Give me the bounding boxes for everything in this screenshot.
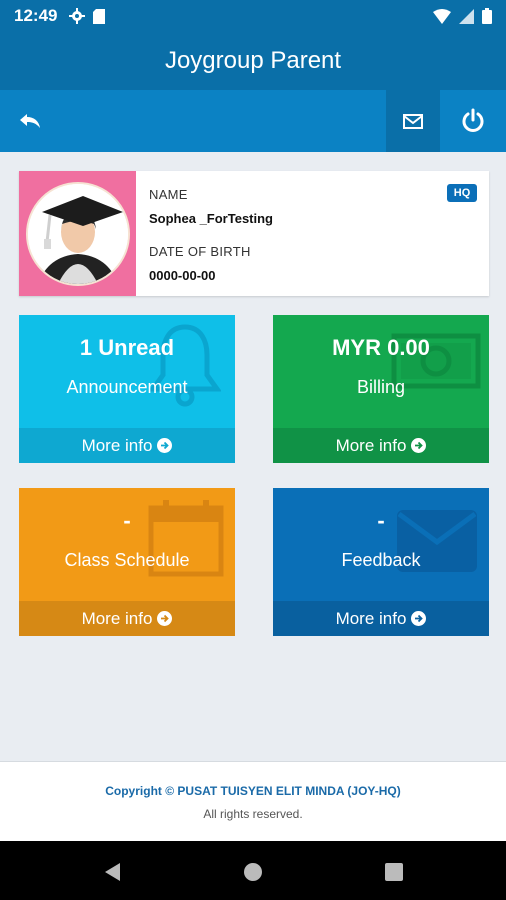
profile-photo [19,171,136,296]
system-nav-bar [0,841,506,900]
arrow-circle-right-icon [411,438,427,453]
feedback-tile[interactable]: - Feedback More info [273,488,489,636]
messages-button[interactable] [386,90,440,152]
sim-card-icon [93,8,106,24]
feedback-more-info[interactable]: More info [273,601,489,636]
feedback-value: - [377,508,385,533]
billing-label: Billing [356,377,406,397]
name-label: NAME [149,187,188,202]
dob-label: DATE OF BIRTH [149,244,251,259]
class-schedule-value: - [123,508,131,533]
billing-more-info[interactable]: More info [273,428,489,463]
logout-button[interactable] [440,90,506,152]
announcement-more-info[interactable]: More info [19,428,235,463]
app-title-brand: Joygroup [164,47,264,74]
student-profile-card[interactable]: NAME Sophea _ForTesting DATE OF BIRTH 00… [19,171,489,296]
envelope-icon [403,113,423,129]
nav-recents-icon[interactable] [385,863,403,881]
dob-value: 0000-00-00 [149,268,216,283]
announcement-count: 1 Unread [79,335,175,360]
graduate-avatar-icon [27,183,128,284]
billing-tile-body: MYR 0.00 Billing [273,315,489,428]
more-info-label: More info [81,435,153,455]
app-title: Joygroup Parent [165,47,341,75]
toolbar [0,90,506,152]
page-footer: Copyright © PUSAT TUISYEN ELIT MINDA (JO… [0,761,506,841]
class-schedule-tile-body: - Class Schedule [19,488,235,601]
arrow-circle-right-icon [157,611,173,626]
rights-reserved: All rights reserved. [203,807,303,821]
class-schedule-more-info[interactable]: More info [19,601,235,636]
announcement-label: Announcement [66,377,188,397]
nav-back-icon[interactable] [103,862,121,882]
class-schedule-label: Class Schedule [64,550,190,570]
announcement-tile[interactable]: 1 Unread Announcement More info [19,315,235,463]
more-info-label: More info [335,435,407,455]
copyright-line: Copyright © PUSAT TUISYEN ELIT MINDA (JO… [0,784,506,798]
back-button[interactable] [10,102,50,140]
app-header: Joygroup Parent [0,32,506,90]
branch-badge: HQ [447,184,477,202]
signal-icon [459,8,474,24]
avatar [25,181,130,286]
feedback-label: Feedback [341,550,421,570]
student-name: Sophea _ForTesting [149,211,273,226]
status-right-icons [433,8,492,24]
billing-tile[interactable]: MYR 0.00 Billing More info [273,315,489,463]
feedback-tile-body: - Feedback [273,488,489,601]
more-info-label: More info [335,608,407,628]
status-left-icons [69,8,106,24]
battery-icon [482,8,492,24]
reply-icon [20,114,40,128]
status-time: 12:49 [14,6,58,25]
status-bar: 12:49 [0,0,506,32]
copyright-org: PUSAT TUISYEN ELIT MINDA (JOY-HQ) [177,784,401,798]
app-title-suffix: Parent [263,47,342,74]
arrow-circle-right-icon [157,438,173,453]
arrow-circle-right-icon [411,611,427,626]
nav-home-icon[interactable] [243,862,263,882]
power-icon [462,108,484,132]
announcement-tile-body: 1 Unread Announcement [19,315,235,428]
class-schedule-tile[interactable]: - Class Schedule More info [19,488,235,636]
copyright-prefix: Copyright © [105,784,175,798]
billing-amount: MYR 0.00 [332,335,430,360]
settings-icon [69,8,86,24]
wifi-icon [433,8,451,24]
more-info-label: More info [81,608,153,628]
